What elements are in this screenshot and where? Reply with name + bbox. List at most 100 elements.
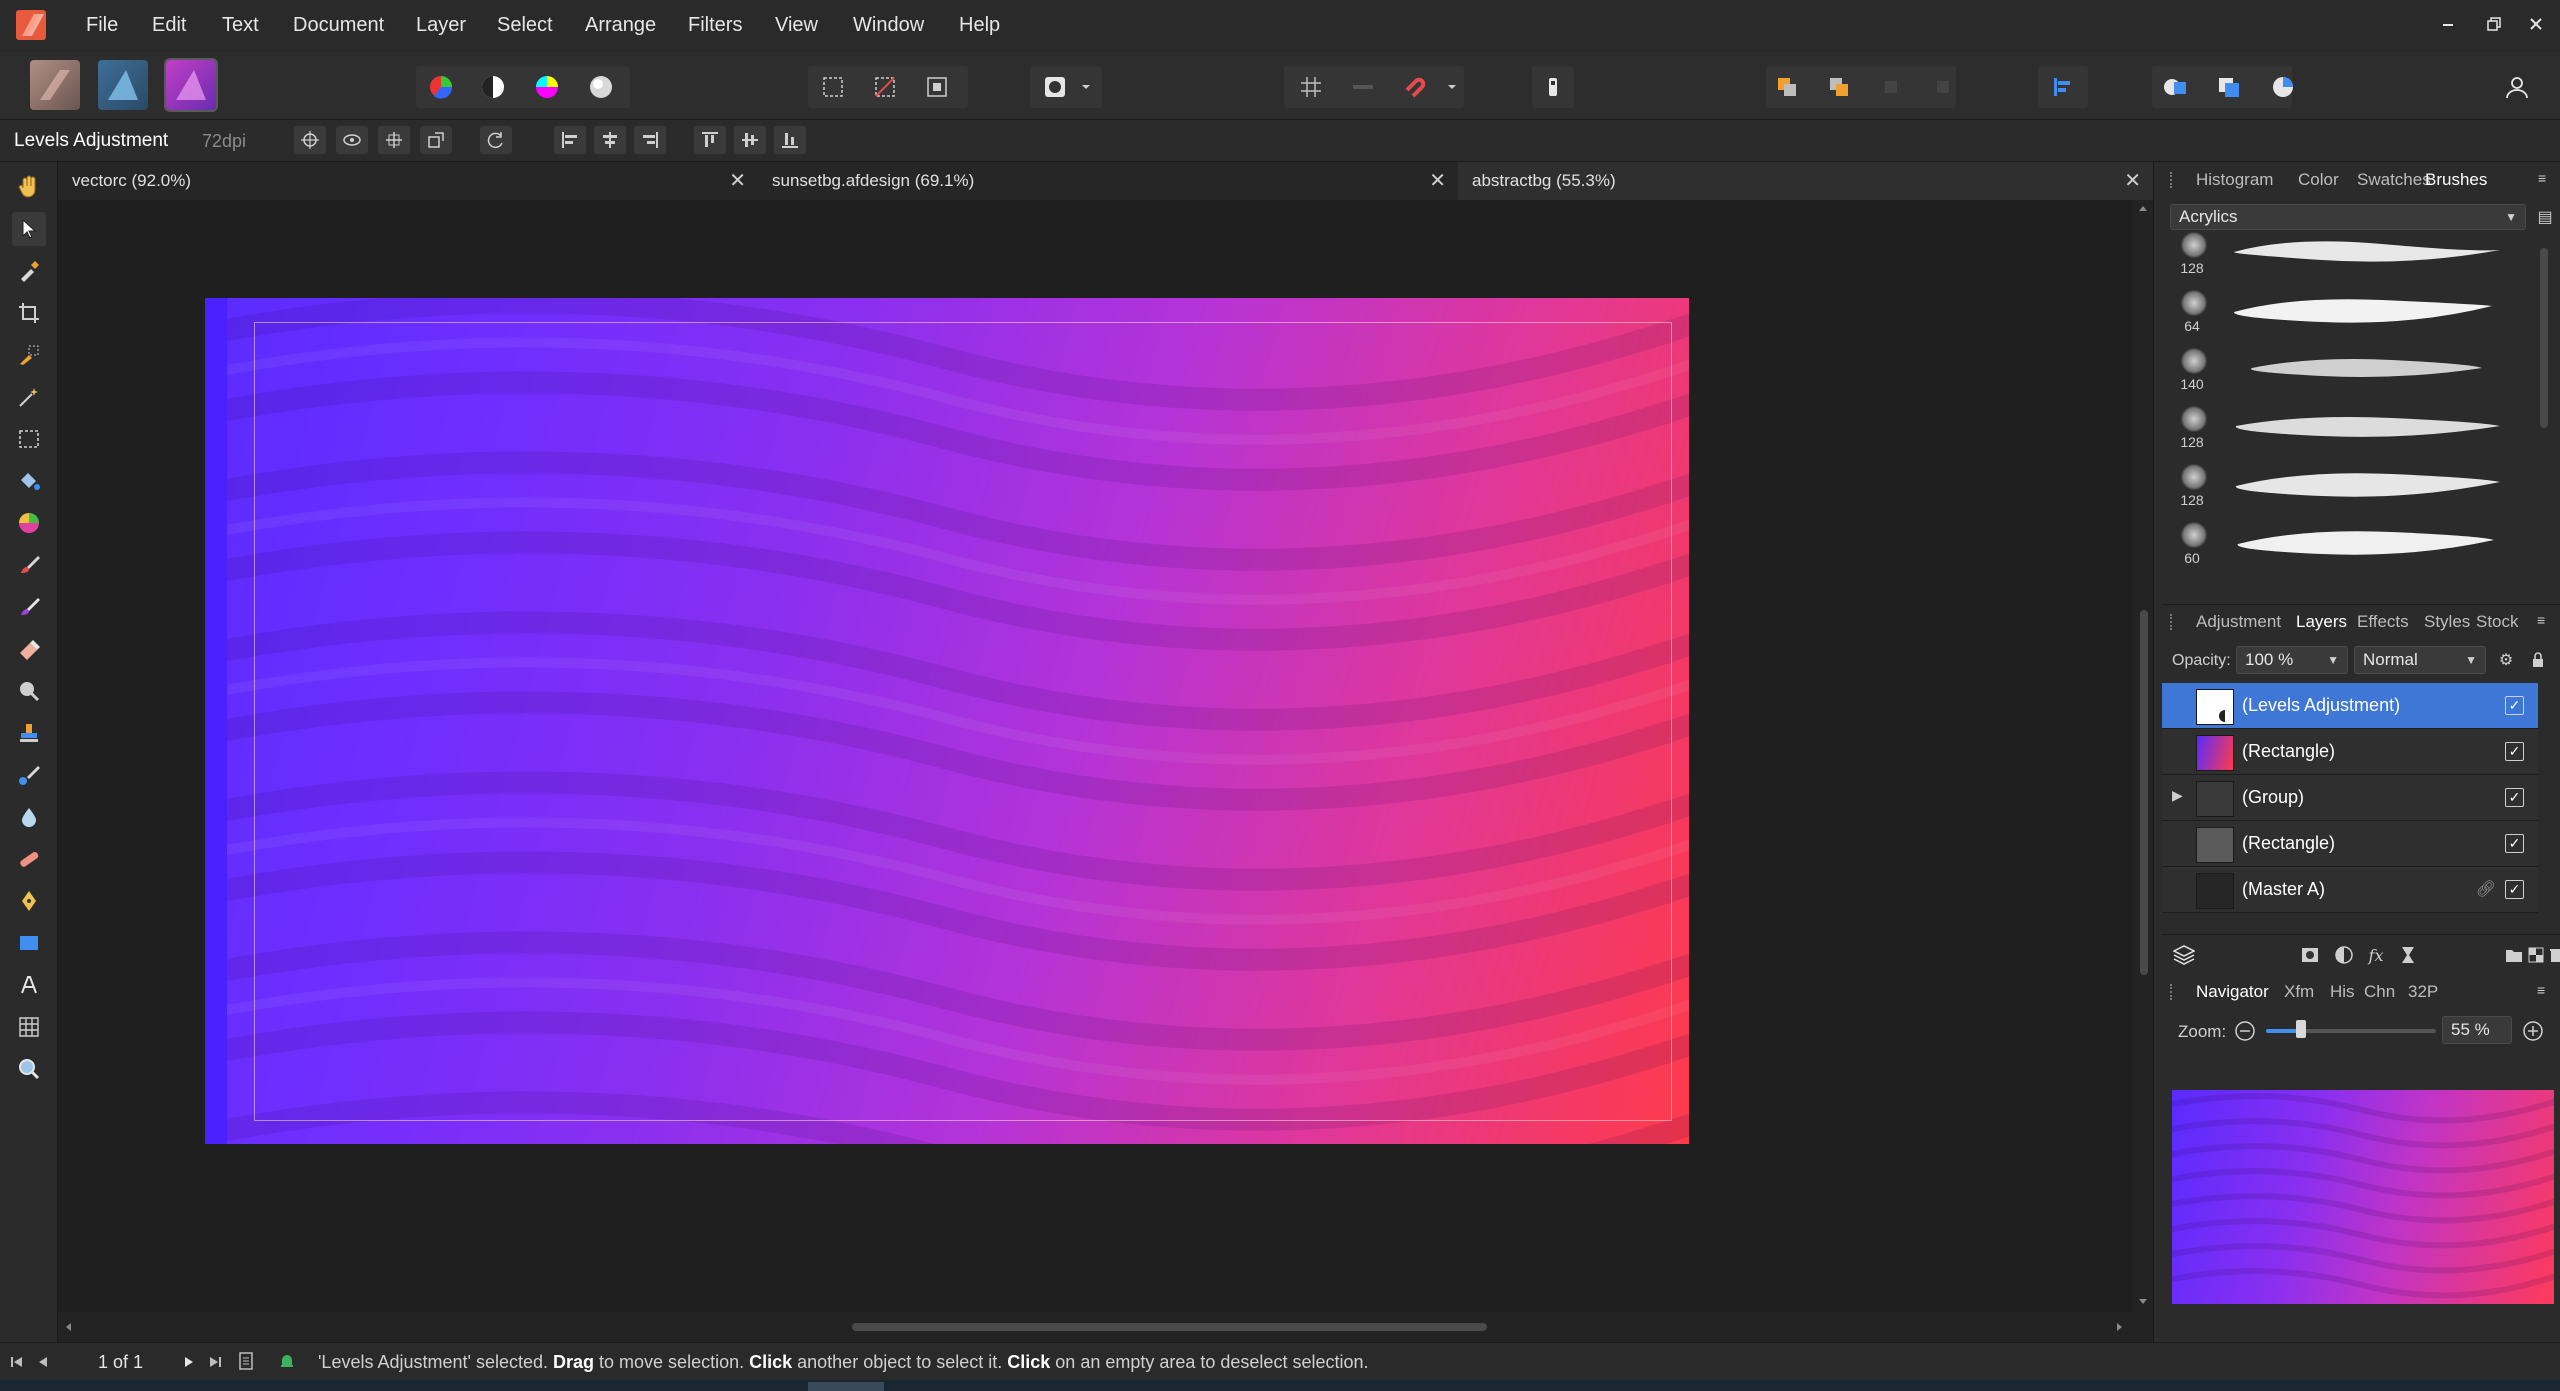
panel-menu-icon[interactable]: ≡ [2538,170,2556,186]
tab-abstractbg[interactable]: abstractbg (55.3%) ✕ [1458,162,2153,200]
layer-row-rectangle[interactable]: (Rectangle) ✓ [2162,729,2538,775]
mask-layer-icon[interactable] [2298,943,2322,967]
brush-item[interactable]: 64 [2168,286,2518,342]
layer-row-group[interactable]: ▶ (Group) ✓ [2162,775,2538,821]
designer-persona-button[interactable] [98,60,148,110]
adjustment-layer-icon[interactable] [2332,943,2356,967]
move-backward-button[interactable] [1926,70,1960,104]
zoom-value-field[interactable]: 55 % [2442,1016,2512,1044]
subtract-shape-button[interactable] [2212,70,2246,104]
close-tab-icon[interactable]: ✕ [2124,162,2141,200]
menu-select[interactable]: Select [497,14,553,37]
dodge-tool[interactable] [12,674,46,708]
tab-color[interactable]: Color [2298,170,2339,190]
scroll-down-icon[interactable] [2138,1296,2148,1306]
folder-icon[interactable] [2502,943,2526,967]
quick-mask-dropdown[interactable] [1078,70,1094,104]
brush-view-options-icon[interactable]: ▤ [2533,205,2557,229]
erase-tool[interactable] [12,632,46,666]
menu-arrange[interactable]: Arrange [585,14,656,37]
restore-button[interactable] [2474,10,2514,40]
tab-navigator[interactable]: Navigator [2196,982,2269,1002]
align-bottom-button[interactable] [774,126,806,154]
clone-tool[interactable] [12,716,46,750]
select-all-button[interactable] [816,70,850,104]
crop-tool[interactable] [12,296,46,330]
prev-page-button[interactable] [36,1353,50,1374]
opacity-field[interactable]: 100 % ▼ [2236,646,2348,674]
tab-sunsetbg[interactable]: sunsetbg.afdesign (69.1%) ✕ [758,162,1458,200]
fit-button[interactable] [378,126,410,154]
move-to-front-button[interactable] [1822,70,1856,104]
mesh-warp-tool[interactable] [12,1010,46,1044]
layer-row-levels[interactable]: (Levels Adjustment) ✓ [2162,683,2538,729]
brush-item[interactable]: 128 [2168,402,2518,458]
menu-edit[interactable]: Edit [152,14,186,37]
deselect-button[interactable] [868,70,902,104]
panel-grip[interactable] [2170,614,2178,630]
rectangle-tool[interactable] [12,926,46,960]
tab-brushes[interactable]: Brushes [2425,170,2487,190]
align-top-button[interactable] [694,126,726,154]
transform-origin-button[interactable] [294,126,326,154]
hsl-button[interactable] [424,70,458,104]
menu-view[interactable]: View [775,14,818,37]
blend-mode-select[interactable]: Normal ▼ [2354,646,2486,674]
pen-tool[interactable] [12,884,46,918]
page-settings-button[interactable] [238,1352,254,1375]
move-to-back-button[interactable] [1770,70,1804,104]
ruler-button[interactable] [1346,70,1380,104]
blur-tool[interactable] [12,800,46,834]
align-right-button[interactable] [634,126,666,154]
inpainting-tool[interactable] [12,842,46,876]
move-tool[interactable] [12,212,46,246]
snapping-button[interactable] [1398,70,1432,104]
align-center-button[interactable] [594,126,626,154]
close-window-button[interactable] [2516,10,2556,40]
color-picker-tool[interactable] [12,254,46,288]
lock-icon[interactable] [2526,648,2550,672]
menu-window[interactable]: Window [853,14,924,37]
quick-mask-button[interactable] [1038,70,1072,104]
layer-settings-icon[interactable]: ⚙ [2494,648,2518,672]
brush-category-select[interactable]: Acrylics ▼ [2170,204,2526,230]
selection-brush-tool[interactable] [12,338,46,372]
tab-swatches[interactable]: Swatches [2357,170,2431,190]
panel-menu-icon[interactable]: ≡ [2537,982,2555,998]
brush-item[interactable]: 128 [2168,460,2518,516]
zoom-out-button[interactable] [2234,1020,2256,1047]
zoom-in-button[interactable] [2522,1020,2544,1047]
layer-visibility-checkbox[interactable]: ✓ [2505,834,2524,853]
view-tool[interactable] [12,170,46,204]
brush-item[interactable]: 128 [2168,228,2518,284]
brush-item[interactable]: 60 [2168,518,2518,574]
add-shape-button[interactable] [2158,70,2192,104]
align-button[interactable] [2046,70,2080,104]
minimize-button[interactable] [2428,10,2468,40]
zoom-slider-handle[interactable] [2296,1020,2306,1038]
close-tab-icon[interactable]: ✕ [1429,162,1446,200]
blemish-tool[interactable] [12,758,46,792]
tab-styles[interactable]: Styles [2424,612,2470,632]
panel-grip[interactable] [2170,984,2178,1000]
horizontal-scroll-thumb[interactable] [852,1323,1487,1331]
tab-transform[interactable]: Xfm [2284,982,2314,1002]
menu-file[interactable]: File [86,14,118,37]
marquee-tool[interactable] [12,422,46,456]
photo-persona-button[interactable] [30,60,80,110]
rotate-button[interactable] [480,126,512,154]
menu-filters[interactable]: Filters [688,14,742,37]
color-balance-button[interactable] [530,70,564,104]
layer-row-rectangle-2[interactable]: (Rectangle) ✓ [2162,821,2538,867]
invert-selection-button[interactable] [920,70,954,104]
menu-document[interactable]: Document [293,14,384,37]
first-page-button[interactable] [10,1353,24,1374]
gradient-tool[interactable] [12,506,46,540]
snapping-dropdown[interactable] [1444,70,1460,104]
grid-button[interactable] [1294,70,1328,104]
scroll-right-icon[interactable] [2114,1322,2124,1332]
paint-brush-tool[interactable] [12,548,46,582]
assistant-button[interactable] [1536,70,1570,104]
tab-stock[interactable]: Stock [2476,612,2519,632]
color-replacement-tool[interactable] [12,590,46,624]
